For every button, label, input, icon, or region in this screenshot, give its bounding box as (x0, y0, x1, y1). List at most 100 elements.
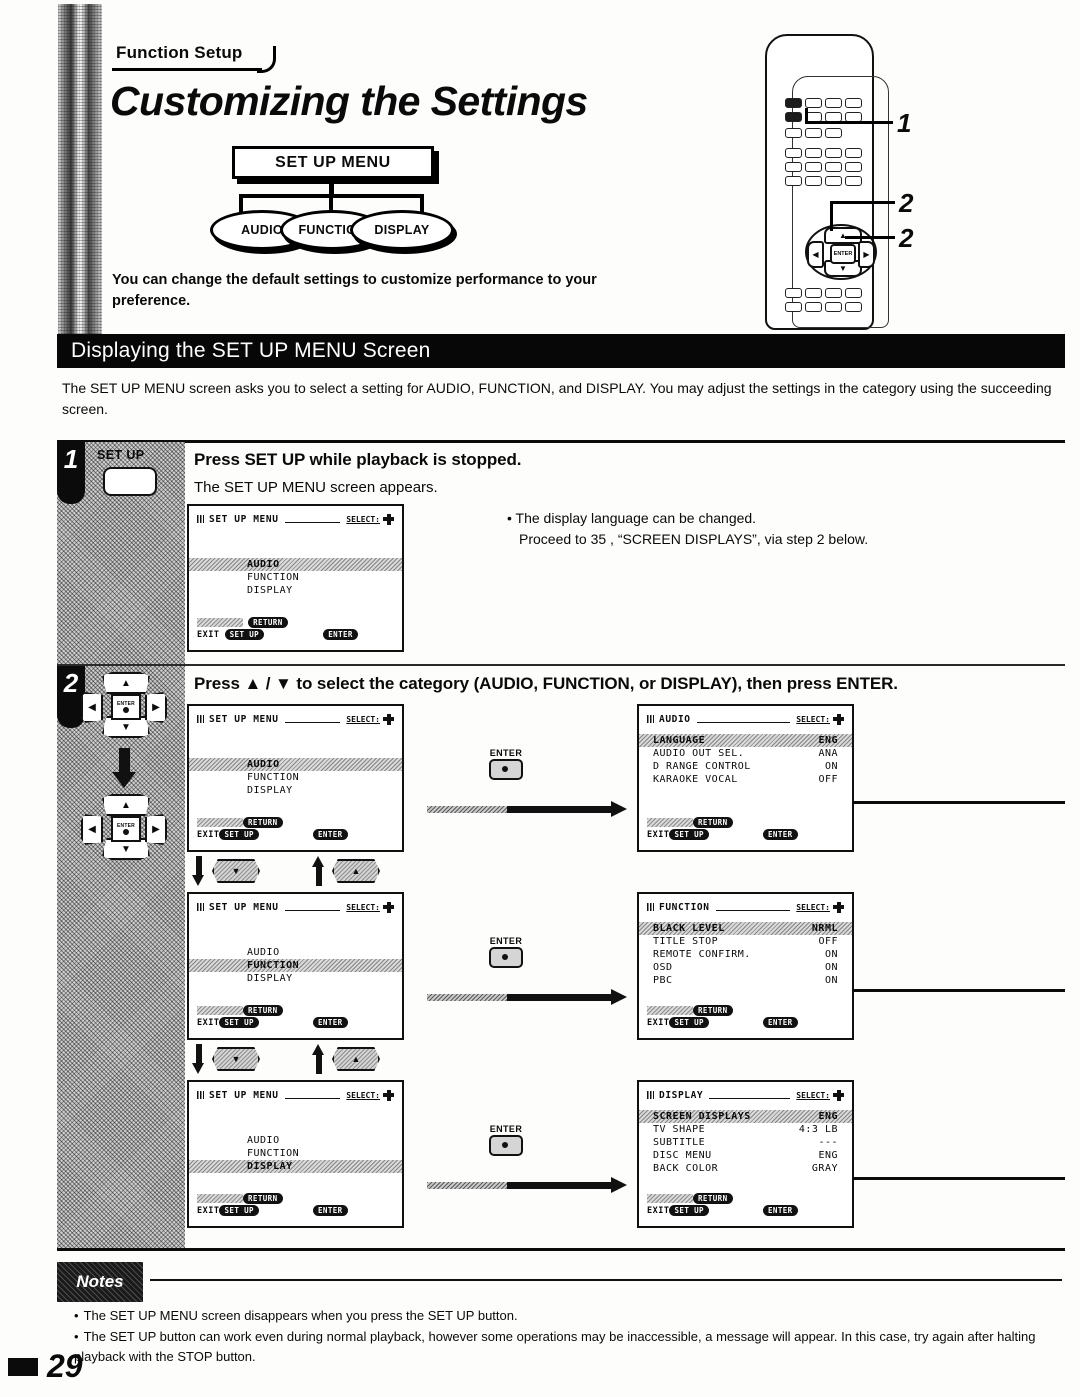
osd-exit-label: EXIT (197, 1018, 220, 1028)
osd-direction-cross-icon (383, 901, 394, 913)
osd-return-pill: RETURN (243, 1005, 283, 1016)
remote-button (805, 162, 822, 172)
osd-setup-pill: SET UP (669, 1205, 709, 1216)
setup-menu-diagram: SET UP MENU AUDIO FUNCTION DISPLAY (210, 146, 515, 261)
osd-menu-icon (197, 515, 204, 523)
osd-row-label: SCREEN DISPLAYS (653, 1111, 751, 1122)
arrow-shaft (119, 748, 130, 773)
osd-row: AUDIO (189, 1134, 402, 1147)
remote-setup-button (785, 112, 802, 122)
step2-row2-right-rule (852, 989, 1065, 992)
remote-button (805, 176, 822, 186)
step2-row1-left-screen: SET UP MENU SELECT: AUDIO FUNCTION DISPL… (187, 704, 404, 852)
step2-row3-flow-arrow (427, 1177, 627, 1193)
osd-exit-label: EXIT (197, 630, 220, 640)
notes-label: Notes (76, 1272, 124, 1291)
osd-menu-icon (647, 1091, 654, 1099)
page-title: Customizing the Settings (110, 78, 588, 124)
remote-button-grid-top (785, 98, 862, 122)
osd-row-value: ANA (818, 748, 838, 759)
step2-row1-right-screen: AUDIO SELECT: LANGUAGE ENG AUDIO OUT SEL.… (637, 704, 854, 852)
section-heading: Displaying the SET UP MENU Screen (71, 339, 431, 362)
osd-title-rule (284, 721, 341, 723)
osd-row: KARAOKE VOCAL OFF (639, 773, 852, 786)
function-setup-underline (112, 46, 276, 73)
step-1: 1 SET UP Press SET UP while playback is … (57, 442, 1065, 664)
osd-title-rule (696, 721, 791, 723)
step2-row2-right-screen: FUNCTION SELECT: BLACK LEVEL NRML TITLE S… (637, 892, 854, 1040)
step1-note-line-1: • The display language can be changed. (507, 510, 757, 526)
osd-row: FUNCTION (189, 1147, 402, 1160)
step1-setup-key-icon (103, 467, 157, 496)
step2-dpad-illustration-bottom: ▲ ▼ ◀ ▶ ENTER (81, 794, 167, 860)
step1-note-text-2: Proceed to 35 , “SCREEN DISPLAYS”, via s… (519, 531, 869, 547)
step1-setup-key-label: SET UP (97, 448, 145, 462)
remote-button-grid-numeric (785, 148, 862, 186)
page-marker-square (8, 1357, 38, 1376)
osd-rows: LANGUAGE ENG AUDIO OUT SEL. ANA D RANGE CO… (639, 734, 852, 786)
osd-direction-cross-icon (383, 1089, 394, 1101)
osd-title: SET UP MENU (209, 713, 279, 725)
osd-title-rule (284, 1097, 341, 1099)
remote-button (805, 302, 822, 312)
notes-badge: Notes (57, 1262, 143, 1302)
remote-button (845, 288, 862, 298)
osd-setup-pill: SET UP (224, 629, 265, 640)
osd-footer-shade (197, 818, 243, 827)
arrow-head (611, 801, 627, 817)
osd-footer: RETURN EXIT SET UP ENTER (197, 1193, 394, 1219)
note-item: The SET UP MENU screen disappears when y… (74, 1306, 1060, 1326)
osd-row-label: LANGUAGE (653, 735, 706, 746)
page-number: 29 (47, 1348, 83, 1384)
up-arrow-icon: ▲ (351, 1054, 361, 1064)
step2-title: Press ▲ / ▼ to select the category (AUDI… (194, 674, 898, 693)
osd-footer-shade (647, 1006, 693, 1015)
dpad-up-icon: ▲ (102, 672, 150, 694)
osd-row-value: --- (818, 1137, 838, 1148)
osd-select-label: SELECT: (796, 1090, 830, 1100)
osd-exit-label: EXIT (647, 1018, 670, 1028)
remote-control-illustration: ▲ ▼ ◀ ▶ ENTER 1 2 2 (745, 24, 1065, 334)
osd-row-label: DISPLAY (247, 785, 293, 796)
osd-row-value: 4:3 LB (798, 1124, 838, 1135)
connector-up-keycap: ▲ (332, 1047, 380, 1071)
remote-button (785, 302, 802, 312)
osd-row: AUDIO (189, 946, 402, 959)
remote-button (805, 288, 822, 298)
osd-footer-row-return: RETURN (197, 617, 394, 629)
diagram-root-box: SET UP MENU (232, 146, 434, 179)
remote-button (805, 148, 822, 158)
osd-return-pill: RETURN (243, 817, 283, 828)
osd-row-label: OSD (653, 962, 673, 973)
osd-select-label: SELECT: (346, 714, 380, 724)
osd-row-label: BLACK LEVEL (653, 923, 725, 934)
osd-row-label: SUBTITLE (653, 1137, 706, 1148)
osd-footer-row-return: RETURN (647, 817, 844, 829)
osd-footer-shade (197, 618, 243, 627)
arrow-shaft-solid (507, 1182, 613, 1189)
dpad-right-icon: ▶ (145, 692, 167, 723)
osd-row-value: NRML (811, 923, 838, 934)
dpad-left-icon: ◀ (81, 814, 103, 845)
remote-button (785, 98, 802, 108)
osd-row-label: REMOTE CONFIRM. (653, 949, 751, 960)
osd-row: OSD ON (639, 961, 852, 974)
osd-row: D RANGE CONTROL ON (639, 760, 852, 773)
osd-menu-icon (647, 715, 654, 723)
osd-enter-pill: ENTER (323, 629, 358, 640)
osd-return-pill: RETURN (693, 1005, 733, 1016)
page-footer: 29 (8, 1348, 83, 1385)
remote-button (845, 98, 862, 108)
osd-title: DISPLAY (659, 1089, 704, 1101)
step2-row3-enter-key: ENTER (481, 1124, 531, 1156)
remote-button (785, 148, 802, 158)
callout-leader-2b (845, 236, 895, 239)
arrow-shaft (196, 856, 202, 876)
osd-enter-pill: ENTER (312, 1205, 348, 1216)
osd-row-value: ENG (818, 1150, 838, 1161)
osd-footer-row-exit: EXIT SET UP ENTER (647, 1017, 844, 1029)
step1-note-line-2: Proceed to 35 , “SCREEN DISPLAYS”, via s… (507, 529, 1007, 550)
osd-row: BLACK LEVEL NRML (639, 922, 852, 935)
arrow-head (312, 1044, 324, 1055)
step2-connector-2: ▼ ▲ (192, 1044, 380, 1074)
